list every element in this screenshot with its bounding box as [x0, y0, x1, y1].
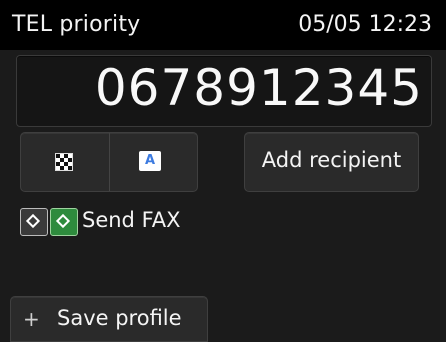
add-recipient-button[interactable]: Add recipient — [244, 132, 419, 192]
status-bar: TEL priority 05/05 12:23 — [0, 0, 446, 50]
save-profile-label: Save profile — [57, 306, 182, 330]
color-start-icon — [50, 208, 78, 236]
mode-title: TEL priority — [12, 12, 141, 37]
plus-icon: + — [23, 307, 40, 331]
date-time: 05/05 12:23 — [298, 12, 432, 37]
black-start-icon — [20, 208, 48, 236]
scan-settings-group: A — [20, 132, 198, 192]
save-profile-button[interactable]: + Save profile — [10, 296, 208, 342]
scan-quality-icon[interactable] — [55, 153, 73, 171]
scan-contrast-icon[interactable]: A — [139, 151, 161, 171]
fax-number-field[interactable]: 0678912345 — [16, 55, 432, 127]
button-divider — [109, 133, 110, 191]
send-fax-label: Send FAX — [82, 208, 181, 232]
add-recipient-label: Add recipient — [261, 148, 402, 172]
fax-number-value: 0678912345 — [94, 59, 423, 117]
